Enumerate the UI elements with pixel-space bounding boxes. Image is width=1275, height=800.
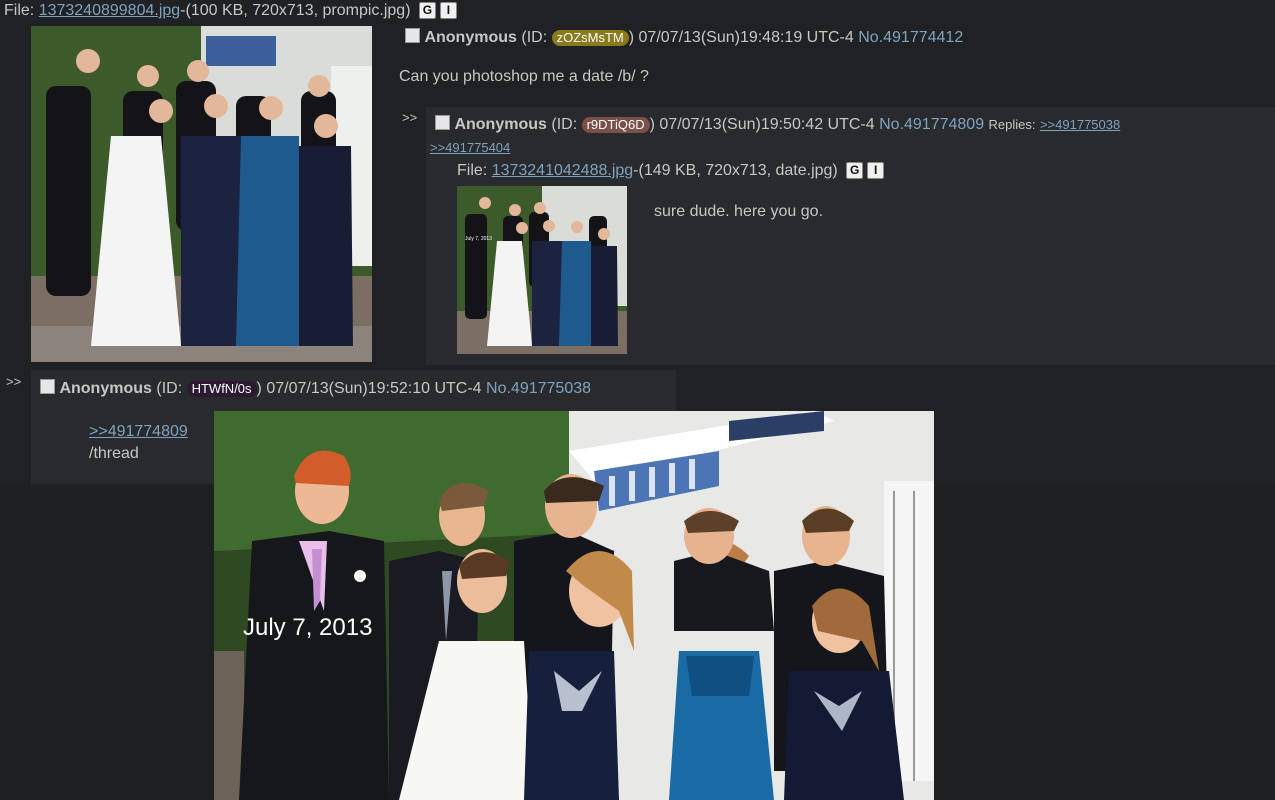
iqdb-search-button[interactable]: I xyxy=(867,162,885,179)
reply1-header: Anonymous (ID: r9DTiQ6D) 07/07/13(Sun)19… xyxy=(435,115,1120,134)
reply1-file-meta: -(149 KB, 720x713, date.jpg) xyxy=(633,162,838,179)
id-prefix: (ID: xyxy=(521,29,548,46)
reply2-arrows: >> xyxy=(6,374,22,389)
reply1-backlinks-row: >>491775404 xyxy=(430,140,510,155)
op-image[interactable] xyxy=(31,26,372,362)
reply2-post-date: 07/07/13(Sun)19:52:10 UTC-4 xyxy=(266,380,482,397)
op-file-link[interactable]: 1373240899804.jpg xyxy=(39,2,180,19)
reply1-post-number[interactable]: No.491774809 xyxy=(879,116,984,133)
reply2-quote-link[interactable]: >>491774809 xyxy=(89,423,188,440)
reply1-poster-name: Anonymous xyxy=(454,116,547,133)
reply2-header: Anonymous (ID: HTWfN/0s) 07/07/13(Sun)19… xyxy=(40,379,591,398)
op-post-date: 07/07/13(Sun)19:48:19 UTC-4 xyxy=(638,29,854,46)
op-poster-name: Anonymous xyxy=(424,29,517,46)
id-suffix: ) xyxy=(628,29,635,46)
reply2-post-number[interactable]: No.491775038 xyxy=(486,380,591,397)
reply2-poster-id[interactable]: HTWfN/0s xyxy=(186,381,257,397)
op-file-info: File: 1373240899804.jpg-(100 KB, 720x713… xyxy=(4,2,457,20)
op-photo-scene xyxy=(31,26,372,362)
id-suffix: ) xyxy=(256,380,262,397)
op-poster-id[interactable]: zOZsMsTM xyxy=(551,30,629,46)
reply-backlink[interactable]: >>491775038 xyxy=(1040,117,1120,132)
reply1-file-info: File: 1373241042488.jpg-(149 KB, 720x713… xyxy=(457,162,885,180)
image-caption: July 7, 2013 xyxy=(243,614,372,641)
google-search-button[interactable]: G xyxy=(418,2,436,19)
reply2-poster-name: Anonymous xyxy=(59,380,152,397)
op-comment: Can you photoshop me a date /b/ ? xyxy=(399,68,649,85)
reply1-photo-scene: July 7, 2013 xyxy=(457,186,627,354)
reply2-photo-scene: July 7, 2013 xyxy=(214,411,934,800)
reply1-comment: sure dude. here you go. xyxy=(654,203,824,220)
reply1-file-link[interactable]: 1373241042488.jpg xyxy=(492,162,633,179)
file-label: File: xyxy=(457,162,488,179)
reply2-comment: /thread xyxy=(89,445,139,462)
id-prefix: (ID: xyxy=(156,380,183,397)
google-search-button[interactable]: G xyxy=(846,162,864,179)
reply1-container: Anonymous (ID: r9DTiQ6D) 07/07/13(Sun)19… xyxy=(426,107,1275,365)
iqdb-search-button[interactable]: I xyxy=(439,2,457,19)
reply2-body: >>491774809 /thread xyxy=(89,421,188,465)
reply1-arrows: >> xyxy=(402,110,418,125)
id-prefix: (ID: xyxy=(551,116,578,133)
reply1-thumbnail[interactable]: July 7, 2013 xyxy=(457,186,627,354)
reply1-post-date: 07/07/13(Sun)19:50:42 UTC-4 xyxy=(659,116,875,133)
reply-backlink[interactable]: >>491775404 xyxy=(430,140,510,155)
file-label: File: xyxy=(4,2,35,19)
reply1-select-checkbox[interactable] xyxy=(435,115,450,130)
thumb-caption: July 7, 2013 xyxy=(465,236,492,242)
op-select-checkbox[interactable] xyxy=(405,28,420,43)
op-file-meta: -(100 KB, 720x713, prompic.jpg) xyxy=(180,2,411,19)
reply1-poster-id[interactable]: r9DTiQ6D xyxy=(581,117,650,133)
reply2-image[interactable]: July 7, 2013 xyxy=(214,411,934,800)
replies-label: Replies: xyxy=(988,117,1036,132)
reply2-select-checkbox[interactable] xyxy=(40,379,55,394)
op-post-number[interactable]: No.491774412 xyxy=(858,29,963,46)
id-suffix: ) xyxy=(649,116,655,133)
op-post-header: Anonymous (ID: zOZsMsTM) 07/07/13(Sun)19… xyxy=(405,28,963,47)
